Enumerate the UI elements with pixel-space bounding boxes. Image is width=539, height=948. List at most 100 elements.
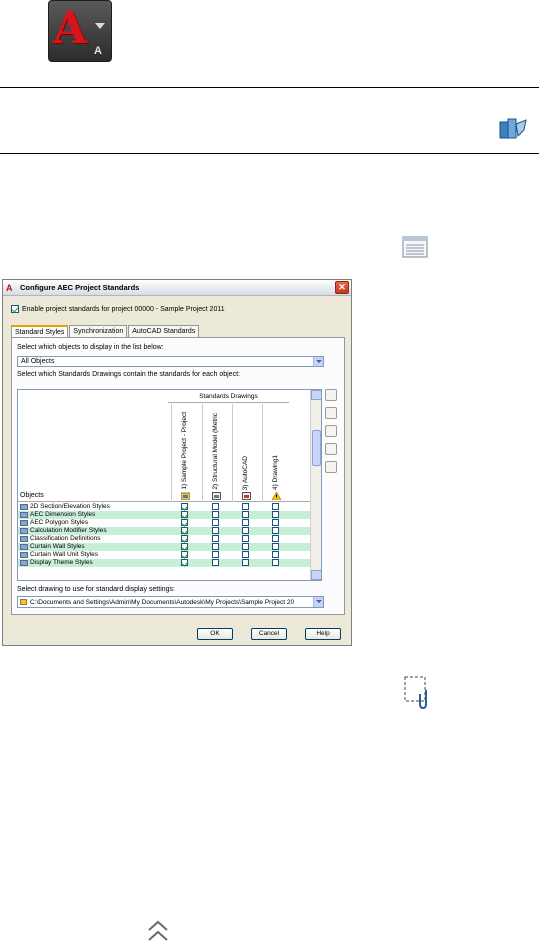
grid-scrollbar[interactable] xyxy=(310,390,321,580)
display-settings-select[interactable]: C:\Documents and Settings\Admin\My Docum… xyxy=(17,596,324,608)
grid-rows: 2D Section/Elevation Styles AEC Dimension… xyxy=(18,503,310,567)
tab-autocad-standards[interactable]: AutoCAD Standards xyxy=(128,325,200,337)
table-row[interactable]: Curtain Wall Styles xyxy=(18,543,310,551)
standards-checkbox[interactable] xyxy=(181,559,188,566)
table-row[interactable]: 2D Section/Elevation Styles xyxy=(18,503,310,511)
table-row[interactable]: AEC Polygon Styles xyxy=(18,519,310,527)
standards-checkbox[interactable] xyxy=(242,519,249,526)
tab-synchronization[interactable]: Synchronization xyxy=(69,325,128,337)
attachment-icon[interactable] xyxy=(404,676,432,710)
standards-checkbox[interactable] xyxy=(181,527,188,534)
table-row[interactable]: AEC Dimension Styles xyxy=(18,511,310,519)
standards-checkbox[interactable] xyxy=(272,559,279,566)
standards-checkbox[interactable] xyxy=(272,551,279,558)
row-label: 2D Section/Elevation Styles xyxy=(30,503,110,510)
enable-standards-label: Enable project standards for project 000… xyxy=(22,305,225,313)
row-label: AEC Dimension Styles xyxy=(30,511,96,518)
standards-checkbox[interactable] xyxy=(242,511,249,518)
standards-checkbox[interactable] xyxy=(242,551,249,558)
standards-checkbox[interactable] xyxy=(212,535,219,542)
scroll-thumb[interactable] xyxy=(312,430,321,466)
standards-checkbox[interactable] xyxy=(212,559,219,566)
standards-checkbox[interactable] xyxy=(272,519,279,526)
divider-bottom xyxy=(0,153,539,154)
style-type-icon xyxy=(20,520,28,526)
app-sub-letter: A xyxy=(94,45,102,57)
style-type-icon xyxy=(20,544,28,550)
standards-checkbox[interactable] xyxy=(181,535,188,542)
standards-checkbox[interactable] xyxy=(212,527,219,534)
column-header-4[interactable]: 4) Drawing1 xyxy=(262,404,290,502)
style-type-icon xyxy=(20,552,28,558)
table-row[interactable]: Display Theme Styles xyxy=(18,559,310,567)
standards-checkbox[interactable] xyxy=(181,503,188,510)
column-header-3[interactable]: 3) AutoCAD xyxy=(232,404,260,502)
style-type-icon xyxy=(20,560,28,566)
close-button[interactable]: ✕ xyxy=(335,281,349,294)
tool-palette-icon[interactable] xyxy=(498,116,528,142)
standards-checkbox[interactable] xyxy=(242,543,249,550)
dwg-file-icon xyxy=(242,492,251,500)
column-header-1[interactable]: 1) Sample Project - Project xyxy=(171,404,199,502)
row-label: Curtain Wall Unit Styles xyxy=(30,551,99,558)
properties-button[interactable] xyxy=(325,461,337,473)
standards-checkbox[interactable] xyxy=(242,503,249,510)
standard-styles-panel: Select which objects to display in the l… xyxy=(11,337,345,615)
standards-checkbox[interactable] xyxy=(272,503,279,510)
scroll-up-button[interactable] xyxy=(311,390,321,400)
add-drawing-button[interactable] xyxy=(325,389,337,401)
list-view-icon[interactable] xyxy=(402,236,428,258)
move-down-button[interactable] xyxy=(325,443,337,455)
standards-checkbox[interactable] xyxy=(272,527,279,534)
chevron-down-icon[interactable] xyxy=(313,357,323,366)
chevron-down-icon[interactable] xyxy=(313,597,323,607)
table-row[interactable]: Classification Definitions xyxy=(18,535,310,543)
standards-checkbox[interactable] xyxy=(272,543,279,550)
standards-checkbox[interactable] xyxy=(212,519,219,526)
row-label: Classification Definitions xyxy=(30,535,101,542)
standards-checkbox[interactable] xyxy=(181,511,188,518)
enable-standards-checkbox[interactable] xyxy=(11,305,19,313)
close-icon: ✕ xyxy=(338,282,346,292)
style-type-icon xyxy=(20,512,28,518)
standards-checkbox[interactable] xyxy=(242,559,249,566)
remove-drawing-button[interactable] xyxy=(325,407,337,419)
move-up-button[interactable] xyxy=(325,425,337,437)
help-button[interactable]: Help xyxy=(305,628,341,640)
standards-checkbox[interactable] xyxy=(212,551,219,558)
enable-standards-row[interactable]: Enable project standards for project 000… xyxy=(11,305,225,313)
column-header-label: 2) Structural Model (Metric xyxy=(212,413,219,490)
table-row[interactable]: Calculation Modifier Styles xyxy=(18,527,310,535)
scroll-down-button[interactable] xyxy=(311,570,321,580)
dialog-titlebar: A Configure AEC Project Standards ✕ xyxy=(3,280,351,296)
objects-filter-select[interactable]: All Objects xyxy=(17,356,324,367)
table-row[interactable]: Curtain Wall Unit Styles xyxy=(18,551,310,559)
standards-checkbox[interactable] xyxy=(272,511,279,518)
row-label: AEC Polygon Styles xyxy=(30,519,89,526)
standards-checkbox[interactable] xyxy=(212,543,219,550)
configure-aec-project-standards-dialog: A Configure AEC Project Standards ✕ Enab… xyxy=(2,279,352,646)
column-header-label: 4) Drawing1 xyxy=(272,454,279,490)
chevron-down-icon xyxy=(95,23,105,29)
standards-checkbox[interactable] xyxy=(181,543,188,550)
standards-checkbox[interactable] xyxy=(212,503,219,510)
application-menu-button[interactable]: A A xyxy=(48,0,112,62)
row-label: Calculation Modifier Styles xyxy=(30,527,107,534)
standards-drawings-label: Select which Standards Drawings contain … xyxy=(17,371,240,378)
chevron-up-icon[interactable] xyxy=(146,918,170,944)
standards-checkbox[interactable] xyxy=(181,551,188,558)
column-header-2[interactable]: 2) Structural Model (Metric xyxy=(202,404,230,502)
cancel-button[interactable]: Cancel xyxy=(251,628,287,640)
divider-top xyxy=(0,87,539,88)
ok-button[interactable]: OK xyxy=(197,628,233,640)
standards-checkbox[interactable] xyxy=(272,535,279,542)
standards-checkbox[interactable] xyxy=(242,527,249,534)
standards-checkbox[interactable] xyxy=(242,535,249,542)
standards-checkbox[interactable] xyxy=(181,519,188,526)
standards-drawings-header: Standards Drawings xyxy=(168,393,289,403)
autocad-logo-icon: A xyxy=(53,3,88,54)
folder-icon xyxy=(20,599,27,605)
standards-checkbox[interactable] xyxy=(212,511,219,518)
dialog-title: Configure AEC Project Standards xyxy=(20,283,140,292)
column-header-label: 1) Sample Project - Project xyxy=(181,412,188,490)
